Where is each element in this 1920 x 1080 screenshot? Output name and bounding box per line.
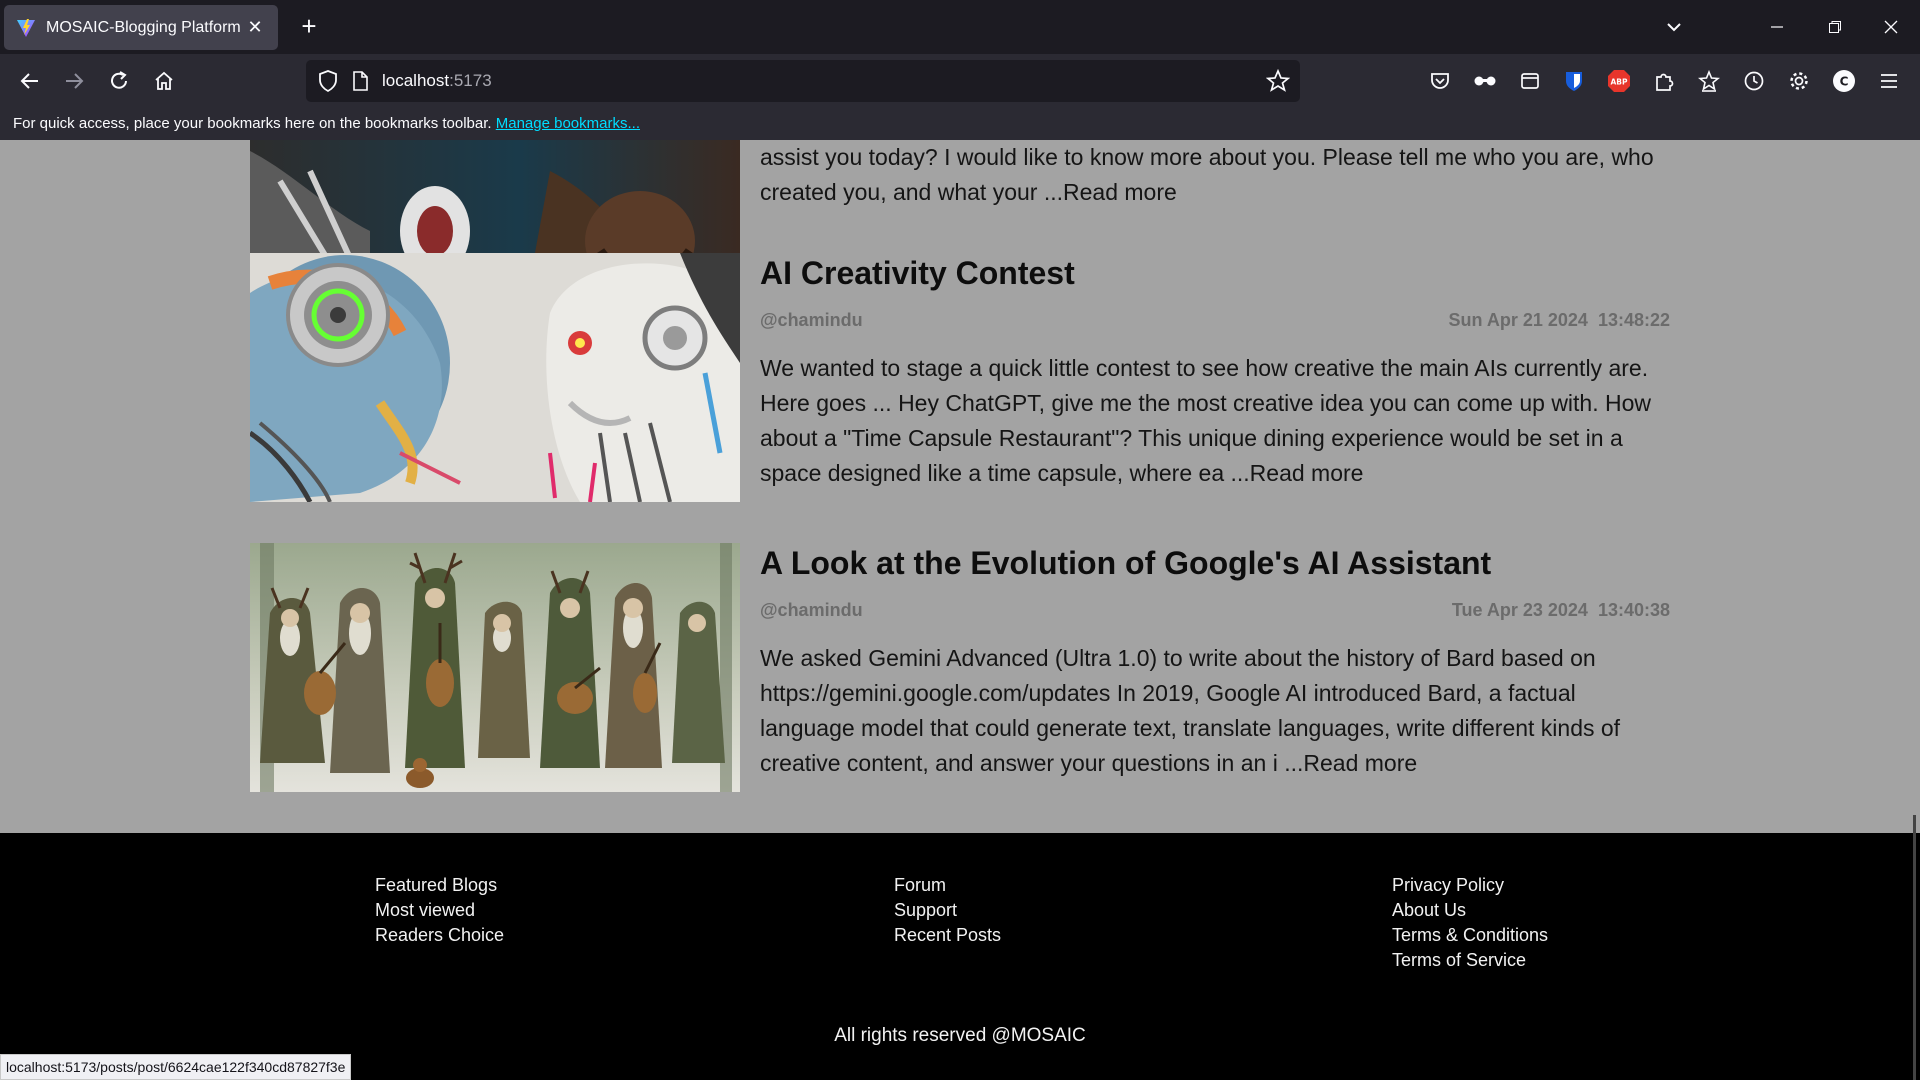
post-card[interactable]: A Look at the Evolution of Google's AI A… <box>250 543 1670 793</box>
reload-icon <box>111 71 127 89</box>
tab-title: MOSAIC-Blogging Platform <box>46 18 241 36</box>
close-window-button[interactable] <box>1868 0 1914 54</box>
two-robots-image[interactable] <box>250 253 740 502</box>
restore-button[interactable] <box>1812 0 1858 54</box>
adblock-plus-icon[interactable]: ABP <box>1606 68 1632 94</box>
post-date: Sun Apr 21 2024 13:48:22 <box>1449 310 1670 331</box>
settings-gear-icon[interactable] <box>1786 68 1812 94</box>
reader-glasses-icon[interactable] <box>1472 68 1498 94</box>
bookmark-star-icon[interactable] <box>1266 69 1290 93</box>
post-excerpt: We wanted to stage a quick little contes… <box>760 351 1670 491</box>
post-time: 13:40:38 <box>1597 600 1670 620</box>
tab-bar: MOSAIC-Blogging Platform ✕ + <box>0 0 1920 54</box>
footer-link-featured-blogs[interactable]: Featured Blogs <box>375 873 504 898</box>
footer-link-forum[interactable]: Forum <box>894 873 1001 898</box>
browser-tab[interactable]: MOSAIC-Blogging Platform ✕ <box>4 5 278 50</box>
read-more-link[interactable]: Read more <box>1303 750 1417 776</box>
svg-text:C: C <box>1840 75 1849 89</box>
back-arrow-icon <box>20 73 38 89</box>
back-button[interactable] <box>12 63 48 99</box>
page-scrollbar[interactable] <box>1913 815 1916 1080</box>
post-date-day: Tue Apr 23 2024 <box>1451 600 1588 620</box>
bitwarden-shield-icon[interactable] <box>1561 68 1587 94</box>
tracking-protection-shield-icon[interactable] <box>316 69 340 93</box>
post-author[interactable]: @chamindu <box>760 600 863 621</box>
footer-column-community: Forum Support Recent Posts <box>894 873 1001 948</box>
bookmarks-menu-icon[interactable] <box>1696 68 1722 94</box>
url-text[interactable]: localhost:5173 <box>382 71 492 91</box>
footer-link-readers-choice[interactable]: Readers Choice <box>375 923 504 948</box>
page-info-icon[interactable] <box>348 69 372 93</box>
reload-button[interactable] <box>101 63 137 99</box>
history-clock-icon[interactable] <box>1741 68 1767 94</box>
pocket-icon[interactable] <box>1427 68 1453 94</box>
excerpt-text: We asked Gemini Advanced (Ultra 1.0) to … <box>760 645 1621 776</box>
minimize-button[interactable] <box>1754 0 1800 54</box>
read-more-link[interactable]: Read more <box>1063 179 1177 205</box>
tab-list-chevron-icon[interactable] <box>1660 14 1688 40</box>
hamburger-menu-icon[interactable] <box>1876 68 1902 94</box>
footer-link-most-viewed[interactable]: Most viewed <box>375 898 504 923</box>
post-title[interactable]: A Look at the Evolution of Google's AI A… <box>760 545 1491 582</box>
post-excerpt: assist you today? I would like to know m… <box>760 140 1670 210</box>
link-status-bar: localhost:5173/posts/post/6624cae122f340… <box>0 1054 352 1080</box>
extensions-puzzle-icon[interactable] <box>1651 68 1677 94</box>
navigation-toolbar: localhost:5173 ABP C <box>0 54 1920 108</box>
url-host: localhost <box>382 71 450 90</box>
footer-copyright: All rights reserved @MOSAIC <box>834 1025 1086 1046</box>
post-author[interactable]: @chamindu <box>760 310 863 331</box>
post-title[interactable]: AI Creativity Contest <box>760 255 1075 292</box>
footer-link-support[interactable]: Support <box>894 898 1001 923</box>
bookmarks-toolbar: For quick access, place your bookmarks h… <box>0 108 1920 140</box>
post-excerpt: We asked Gemini Advanced (Ultra 1.0) to … <box>760 641 1670 781</box>
bookmarks-message: For quick access, place your bookmarks h… <box>13 115 492 132</box>
footer-column-legal: Privacy Policy About Us Terms & Conditio… <box>1392 873 1548 973</box>
minimize-icon <box>1771 26 1783 28</box>
sidebar-window-icon[interactable] <box>1517 68 1543 94</box>
close-icon <box>1884 20 1898 34</box>
excerpt-text: assist you today? I would like to know m… <box>760 144 1654 205</box>
home-icon <box>155 71 173 90</box>
account-avatar[interactable]: C <box>1831 68 1857 94</box>
post-list: assist you today? I would like to know m… <box>0 140 1920 833</box>
footer-link-recent-posts[interactable]: Recent Posts <box>894 923 1001 948</box>
footer-link-terms-conditions[interactable]: Terms & Conditions <box>1392 923 1548 948</box>
post-time: 13:48:22 <box>1597 310 1670 330</box>
close-tab-icon[interactable]: ✕ <box>244 17 266 38</box>
footer-link-terms-of-service[interactable]: Terms of Service <box>1392 948 1548 973</box>
post-date: Tue Apr 23 2024 13:40:38 <box>1452 600 1670 621</box>
forest-bards-image[interactable] <box>250 543 740 792</box>
svg-text:ABP: ABP <box>1610 78 1628 87</box>
restore-icon <box>1829 21 1841 33</box>
site-footer: Featured Blogs Most viewed Readers Choic… <box>0 833 1920 1080</box>
footer-link-about-us[interactable]: About Us <box>1392 898 1548 923</box>
url-bar[interactable]: localhost:5173 <box>306 60 1300 102</box>
post-card[interactable]: AI Creativity Contest @chamindu Sun Apr … <box>250 253 1670 503</box>
footer-column-blogs: Featured Blogs Most viewed Readers Choic… <box>375 873 504 948</box>
url-port: :5173 <box>449 71 492 90</box>
manage-bookmarks-link[interactable]: Manage bookmarks... <box>496 115 640 132</box>
vite-logo-icon <box>17 18 35 37</box>
forward-button[interactable] <box>56 63 92 99</box>
new-tab-button[interactable]: + <box>292 10 326 44</box>
excerpt-text: We wanted to stage a quick little contes… <box>760 355 1652 486</box>
footer-link-privacy-policy[interactable]: Privacy Policy <box>1392 873 1548 898</box>
read-more-link[interactable]: Read more <box>1250 460 1364 486</box>
forward-arrow-icon <box>66 73 84 89</box>
home-button[interactable] <box>146 63 182 99</box>
post-date-day: Sun Apr 21 2024 <box>1448 310 1588 330</box>
